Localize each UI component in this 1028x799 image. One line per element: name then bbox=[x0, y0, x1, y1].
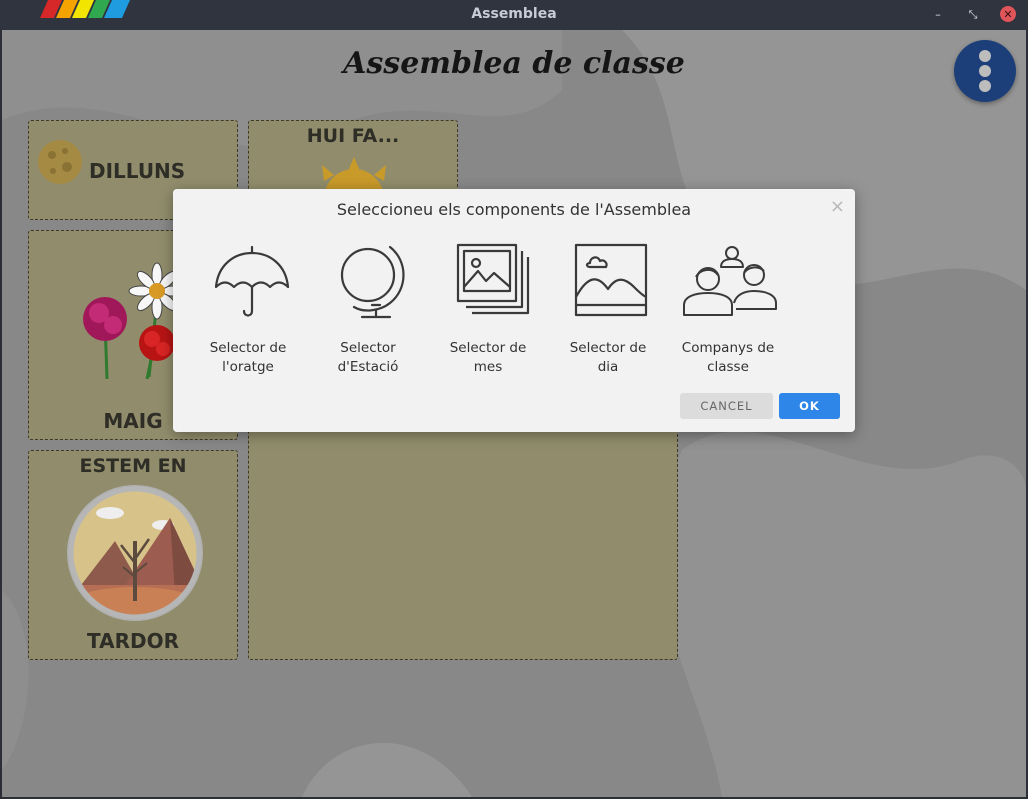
components-dialog: Seleccioneu els components de l'Assemble… bbox=[173, 189, 855, 432]
window-title: Assemblea bbox=[471, 6, 557, 22]
option-season-line1: Selector bbox=[340, 340, 396, 356]
option-day-label: Selector de dia bbox=[548, 339, 668, 377]
globe-icon bbox=[340, 245, 405, 319]
option-classmates-label: Companys de classe bbox=[668, 339, 788, 377]
option-month-line1: Selector de bbox=[449, 340, 527, 356]
cancel-button[interactable]: CANCEL bbox=[680, 393, 773, 419]
close-window-button[interactable]: ✕ bbox=[1000, 6, 1016, 22]
option-month-label: Selector de mes bbox=[428, 339, 548, 377]
option-season-line2: d'Estació bbox=[337, 359, 399, 375]
option-day-line1: Selector de bbox=[569, 340, 647, 356]
option-classmates-line2: classe bbox=[707, 359, 749, 375]
option-season-label: Selector d'Estació bbox=[308, 339, 428, 377]
minimize-button[interactable]: – bbox=[930, 6, 946, 22]
option-weather-label: Selector de l'oratge bbox=[188, 339, 308, 377]
option-classmates[interactable]: Companys de classe bbox=[668, 237, 788, 377]
people-icon bbox=[683, 246, 777, 316]
image-icon bbox=[574, 243, 648, 317]
maximize-button[interactable]: ⤡ bbox=[965, 6, 981, 22]
dialog-title: Seleccioneu els components de l'Assemble… bbox=[336, 200, 692, 219]
option-month-line2: mes bbox=[473, 359, 503, 375]
option-day-line2: dia bbox=[597, 359, 619, 375]
option-day-selector[interactable]: Selector de dia bbox=[548, 237, 668, 377]
ok-button[interactable]: OK bbox=[779, 393, 840, 419]
umbrella-icon bbox=[214, 245, 290, 317]
dialog-close-icon[interactable]: × bbox=[830, 196, 845, 217]
option-month-selector[interactable]: Selector de mes bbox=[428, 237, 548, 377]
option-season-selector[interactable]: Selector d'Estació bbox=[308, 237, 428, 377]
option-classmates-line1: Companys de bbox=[681, 340, 775, 356]
option-weather-line1: Selector de bbox=[209, 340, 287, 356]
window-titlebar: Assemblea – ⤡ ✕ bbox=[0, 0, 1028, 30]
option-weather-line2: l'oratge bbox=[222, 359, 274, 375]
option-weather-selector[interactable]: Selector de l'oratge bbox=[188, 237, 308, 377]
image-stack-icon bbox=[456, 243, 530, 315]
